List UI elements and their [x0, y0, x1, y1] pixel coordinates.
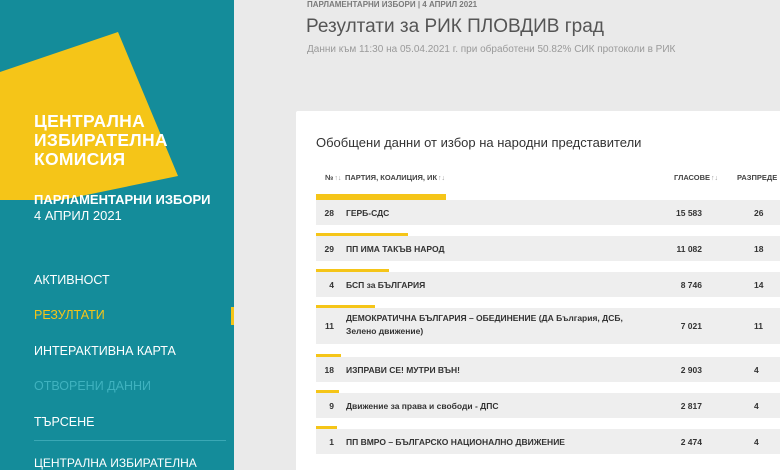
party-name: ГЕРБ-СДС: [346, 208, 390, 218]
mandate-count: 4: [754, 401, 759, 411]
vote-share-bar: [316, 197, 446, 200]
column-header-votes[interactable]: ГЛАСОВЕ↑↓: [674, 173, 718, 182]
main-content: ПАРЛАМЕНТАРНИ ИЗБОРИ | 4 АПРИЛ 2021 Резу…: [234, 0, 780, 470]
nav-divider: [34, 440, 226, 441]
party-number: 9: [329, 401, 334, 411]
sort-icon: ↑↓: [711, 175, 719, 182]
sidebar-nav: АКТИВНОСТ РЕЗУЛТАТИ ИНТЕРАКТИВНА КАРТА О…: [0, 262, 234, 440]
column-header-label: №: [325, 173, 334, 182]
vote-share-bar: [316, 426, 337, 429]
party-name: ПП ИМА ТАКЪВ НАРОД: [346, 244, 445, 254]
mandate-count: 4: [754, 365, 759, 375]
nav-label: ТЪРСЕНЕ: [34, 414, 95, 429]
vote-share-bar: [316, 390, 339, 393]
table-row[interactable]: 4 БСП за БЪЛГАРИЯ 8 746 14: [316, 269, 780, 297]
logo-line-1: ЦЕНТРАЛНА: [34, 111, 146, 131]
party-number: 11: [325, 321, 334, 331]
mandate-count: 26: [754, 208, 764, 218]
sort-icon: ↑↓: [334, 175, 342, 182]
nav-footer-link[interactable]: ЦЕНТРАЛНА ИЗБИРАТЕЛНА: [34, 456, 197, 470]
column-header-label: ПАРТИЯ, КОАЛИЦИЯ, ИК: [345, 173, 438, 182]
vote-count: 7 021: [680, 321, 702, 331]
mandate-count: 18: [754, 244, 764, 254]
party-number: 29: [324, 244, 334, 254]
vote-count: 2 474: [680, 437, 702, 447]
nav-item-search[interactable]: ТЪРСЕНЕ: [0, 404, 234, 440]
nav-label: ОТВОРЕНИ ДАННИ: [34, 379, 152, 394]
vote-count: 8 746: [680, 280, 702, 290]
vote-count: 11 082: [676, 244, 702, 254]
election-date: 4 АПРИЛ 2021: [34, 208, 122, 223]
column-header-label: РАЗПРЕДЕ: [737, 173, 778, 182]
party-name: ДЕМОКРАТИЧНА БЪЛГАРИЯ – ОБЕДИНЕНИЕ (ДА Б…: [346, 313, 623, 336]
column-header-number[interactable]: №↑↓: [325, 173, 341, 182]
results-card: Обобщени данни от избор на народни предс…: [296, 111, 780, 470]
vote-share-bar: [316, 354, 341, 357]
party-name: Движение за права и свободи - ДПС: [346, 401, 499, 411]
table-row[interactable]: 18 ИЗПРАВИ СЕ! МУТРИ ВЪН! 2 903 4: [316, 354, 780, 382]
party-number: 1: [329, 437, 334, 447]
vote-share-bar: [316, 269, 389, 272]
page-subtitle: Данни към 11:30 на 05.04.2021 г. при обр…: [307, 44, 676, 55]
vote-share-bar: [316, 305, 375, 308]
nav-label: ИНТЕРАКТИВНА КАРТА: [34, 343, 176, 358]
column-header-party[interactable]: ПАРТИЯ, КОАЛИЦИЯ, ИК↑↓: [345, 173, 445, 182]
table-row[interactable]: 29 ПП ИМА ТАКЪВ НАРОД 11 082 18: [316, 233, 780, 261]
party-number: 4: [329, 280, 334, 290]
table-row[interactable]: 1 ПП ВМРО – БЪЛГАРСКО НАЦИОНАЛНО ДВИЖЕНИЕ…: [316, 426, 780, 454]
vote-count: 2 903: [680, 365, 702, 375]
logo-line-3: КОМИСИЯ: [34, 149, 126, 169]
mandate-count: 4: [754, 437, 759, 447]
vote-count: 2 817: [680, 401, 702, 411]
party-number: 28: [324, 208, 334, 218]
sort-icon: ↑↓: [438, 175, 446, 182]
nav-item-activity[interactable]: АКТИВНОСТ: [0, 262, 234, 298]
nav-item-interactive-map[interactable]: ИНТЕРАКТИВНА КАРТА: [0, 333, 234, 369]
nav-label: РЕЗУЛТАТИ: [34, 308, 105, 323]
cik-logo-shape: [0, 32, 178, 200]
sidebar: ЦЕНТРАЛНА ИЗБИРАТЕЛНА КОМИСИЯ ПАРЛАМЕНТА…: [0, 0, 234, 470]
table-row[interactable]: 9 Движение за права и свободи - ДПС 2 817 4: [316, 390, 780, 418]
nav-item-results[interactable]: РЕЗУЛТАТИ: [0, 298, 234, 334]
column-header-distribution[interactable]: РАЗПРЕДЕ: [737, 173, 777, 182]
party-name: ПП ВМРО – БЪЛГАРСКО НАЦИОНАЛНО ДВИЖЕНИЕ: [346, 437, 565, 447]
party-name: БСП за БЪЛГАРИЯ: [346, 280, 426, 290]
table-row[interactable]: 28 ГЕРБ-СДС 15 583 26: [316, 197, 780, 225]
page-title: Резултати за РИК ПЛОВДИВ град: [306, 16, 604, 37]
party-name: ИЗПРАВИ СЕ! МУТРИ ВЪН!: [346, 365, 460, 375]
election-title: ПАРЛАМЕНТАРНИ ИЗБОРИ: [34, 192, 211, 207]
breadcrumb: ПАРЛАМЕНТАРНИ ИЗБОРИ | 4 АПРИЛ 2021: [307, 0, 478, 9]
vote-share-bar: [316, 233, 408, 236]
party-number: 18: [324, 365, 334, 375]
table-row[interactable]: 11 ДЕМОКРАТИЧНА БЪЛГАРИЯ – ОБЕДИНЕНИЕ (ДА…: [316, 305, 780, 344]
vote-count: 15 583: [676, 208, 702, 218]
cik-logo-text[interactable]: ЦЕНТРАЛНА ИЗБИРАТЕЛНА КОМИСИЯ: [34, 112, 168, 169]
nav-label: АКТИВНОСТ: [34, 272, 110, 287]
card-title: Обобщени данни от избор на народни предс…: [316, 135, 642, 150]
nav-item-open-data[interactable]: ОТВОРЕНИ ДАННИ: [0, 369, 234, 405]
logo-line-2: ИЗБИРАТЕЛНА: [34, 130, 168, 150]
mandate-count: 11: [754, 321, 763, 331]
mandate-count: 14: [754, 280, 764, 290]
column-header-label: ГЛАСОВЕ: [674, 173, 711, 182]
